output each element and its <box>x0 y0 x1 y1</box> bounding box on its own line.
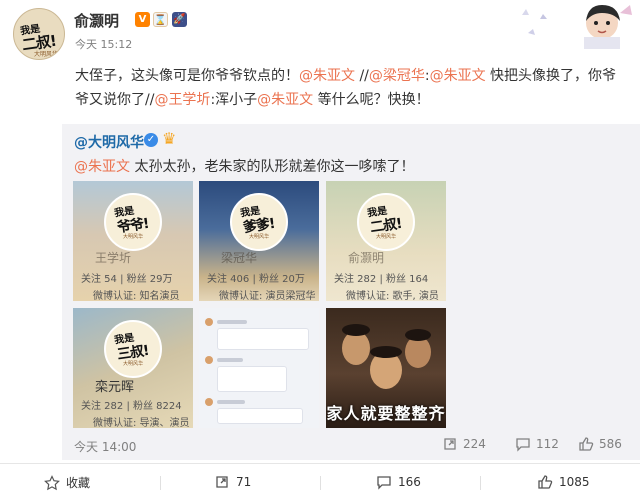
verified-icon: ✓ <box>144 133 158 147</box>
chat-bubble <box>217 366 287 392</box>
avatar-text-line3: 大明风华 <box>34 51 59 58</box>
chat-line <box>217 320 247 324</box>
comment-button[interactable]: 166 <box>376 474 421 490</box>
post-text-part: 等什么呢？快换！ <box>313 92 430 108</box>
toolbar-divider <box>480 476 481 490</box>
repost-timestamp[interactable]: 今天 14:00 <box>74 438 136 455</box>
like-button[interactable]: 1085 <box>537 474 590 490</box>
chat-avatar <box>205 318 213 326</box>
image-thumbnail[interactable] <box>199 308 319 428</box>
hourglass-badge-icon[interactable]: ⌛ <box>153 12 168 27</box>
post-text: 大侄子，这头像可是你爷爷钦点的！@朱亚文 //@梁冠华:@朱亚文 快把头像换了，… <box>75 64 627 112</box>
like-count: 1085 <box>559 475 590 489</box>
image-thumbnail[interactable]: 我是 二叔! 大明风华 俞灏明 关注 282 | 粉丝 164 微博认证: 歌手… <box>326 181 446 301</box>
repost-count: 224 <box>463 437 486 451</box>
comment-count: 166 <box>398 475 421 489</box>
repost-block: @大明风华 ✓ ♛ @朱亚文 太孙太孙，老朱家的队形就差你这一哆嗦了！ 我是 爷… <box>62 124 640 460</box>
chat-bubble <box>217 408 303 424</box>
username[interactable]: 俞灏明 <box>74 10 119 31</box>
like-count: 586 <box>599 437 622 451</box>
favorite-button[interactable]: 收藏 <box>44 474 90 491</box>
badge-text: 大明风华 <box>376 234 397 240</box>
post-text-part: // <box>355 68 369 84</box>
mention-link[interactable]: @朱亚文 <box>299 68 355 84</box>
post-text-part: :浑小子 <box>210 92 258 108</box>
image-thumbnail[interactable]: 我是 爹爹! 大明风华 梁冠华 关注 406 | 粉丝 20万 微博认证: 演员… <box>199 181 319 301</box>
badge-text: 大明风华 <box>123 361 144 367</box>
image-thumbnail[interactable]: 我是 爷爷! 大明风华 王学圻 关注 54 | 粉丝 29万 微博认证: 知名演… <box>73 181 193 301</box>
mention-link[interactable]: @王学圻 <box>154 92 210 108</box>
mention-link[interactable]: @朱亚文 <box>430 68 486 84</box>
comment-icon <box>377 476 391 490</box>
badge-circle: 我是 三叔! 大明风华 <box>104 320 162 378</box>
profile-stats: 关注 54 | 粉丝 29万 <box>81 274 173 285</box>
profile-stats: 关注 282 | 粉丝 8224 <box>81 401 182 412</box>
gold-crown-icon: ♛ <box>162 129 177 148</box>
comment-action[interactable]: 112 <box>515 436 559 452</box>
image-thumbnail[interactable]: 我是 三叔! 大明风华 栾元晖 关注 282 | 粉丝 8224 微博认证: 导… <box>73 308 193 428</box>
profile-cert: 微博认证: 知名演员 <box>93 291 180 301</box>
mention-link[interactable]: @朱亚文 <box>74 159 130 175</box>
profile-cert: 微博认证: 导演、演员 <box>93 418 190 428</box>
thumbs-up-icon <box>538 475 553 489</box>
chat-bubble <box>217 328 309 350</box>
image-thumbnail[interactable]: 家人就要整整齐 <box>326 308 446 428</box>
profile-name: 梁冠华 <box>221 251 258 265</box>
repost-action[interactable]: 224 <box>442 436 486 452</box>
profile-cert: 微博认证: 演员梁冠华 <box>219 291 316 301</box>
profile-cert: 微博认证: 歌手, 演员 <box>346 291 439 301</box>
chat-avatar <box>205 356 213 364</box>
cartoon-header-art-icon <box>522 5 632 49</box>
repost-author[interactable]: @大明风华 <box>74 132 144 152</box>
movie-caption: 家人就要整整齐 <box>326 404 446 423</box>
profile-stats: 关注 406 | 粉丝 20万 <box>207 274 305 285</box>
mention-link[interactable]: @梁冠华 <box>369 68 425 84</box>
repost-text: @朱亚文 太孙太孙，老朱家的队形就差你这一哆嗦了！ <box>74 156 414 176</box>
badge-circle: 我是 爷爷! 大明风华 <box>104 193 162 251</box>
post-timestamp[interactable]: 今天 15:12 <box>75 36 132 52</box>
repost-icon <box>216 476 228 488</box>
like-action[interactable]: 586 <box>578 436 622 452</box>
comment-count: 112 <box>536 437 559 451</box>
star-icon <box>44 475 60 491</box>
badge-text: 大明风华 <box>123 234 144 240</box>
chat-line <box>217 400 245 404</box>
badge-circle: 我是 爹爹! 大明风华 <box>230 193 288 251</box>
chat-avatar <box>205 398 213 406</box>
profile-stats: 关注 282 | 粉丝 164 <box>334 274 429 285</box>
toolbar-divider <box>160 476 161 490</box>
post-text-part: 大侄子，这头像可是你爷爷钦点的！ <box>75 68 299 84</box>
avatar[interactable]: 我是 二叔! 大明风华 <box>13 8 65 60</box>
badge-text: 大明风华 <box>249 234 270 240</box>
profile-name: 王学圻 <box>95 251 132 265</box>
repost-icon <box>444 438 456 450</box>
favorite-label: 收藏 <box>66 476 91 490</box>
repost-button[interactable]: 71 <box>214 474 251 490</box>
badge-circle: 我是 二叔! 大明风华 <box>357 193 415 251</box>
profile-name: 栾元晖 <box>95 380 135 395</box>
rocket-badge-icon[interactable]: 🚀 <box>172 12 187 27</box>
repost-text-body: 太孙太孙，老朱家的队形就差你这一哆嗦了！ <box>130 159 415 175</box>
toolbar-divider <box>320 476 321 490</box>
mention-link[interactable]: @朱亚文 <box>257 92 313 108</box>
thumbs-up-icon <box>579 437 594 451</box>
action-toolbar: 收藏 71 166 1085 <box>0 463 640 500</box>
profile-name: 俞灏明 <box>348 251 385 265</box>
chat-line <box>217 358 243 362</box>
repost-count: 71 <box>236 475 252 489</box>
verified-v-icon[interactable]: V <box>135 12 150 27</box>
comment-icon <box>516 438 530 452</box>
